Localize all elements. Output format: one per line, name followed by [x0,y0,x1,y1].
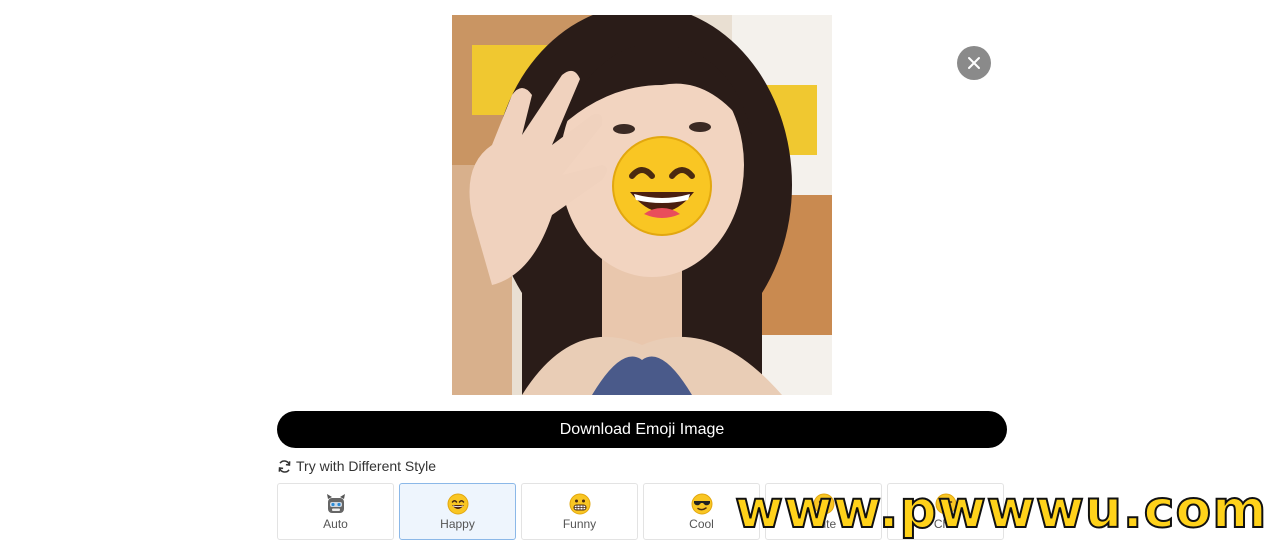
refresh-icon [277,459,292,474]
grimacing-emoji-icon [569,493,591,515]
style-option-funny[interactable]: Funny [521,483,638,540]
try-different-style-link[interactable]: Try with Different Style [277,457,436,475]
style-option-label: Auto [323,517,348,531]
style-option-happy[interactable]: Happy [399,483,516,540]
download-button-label: Download Emoji Image [559,420,725,438]
sunglasses-emoji-icon [691,493,713,515]
emoji-result-image [452,15,832,395]
try-different-style-label: Try with Different Style [296,458,437,474]
style-option-label: Cool [689,517,714,531]
style-option-label: Happy [440,517,475,531]
emoji-result-panel: Download Emoji Image Try with Different … [0,0,1280,552]
download-emoji-image-button[interactable]: Download Emoji Image [277,411,1007,448]
robot-emoji-icon [325,493,347,515]
close-button[interactable] [957,46,991,80]
style-option-label: Funny [562,517,597,531]
close-icon [968,57,980,69]
smiling-emoji-icon [447,493,469,515]
style-option-auto[interactable]: Auto [277,483,394,540]
site-watermark: www.pwwwu.com [734,479,1268,541]
